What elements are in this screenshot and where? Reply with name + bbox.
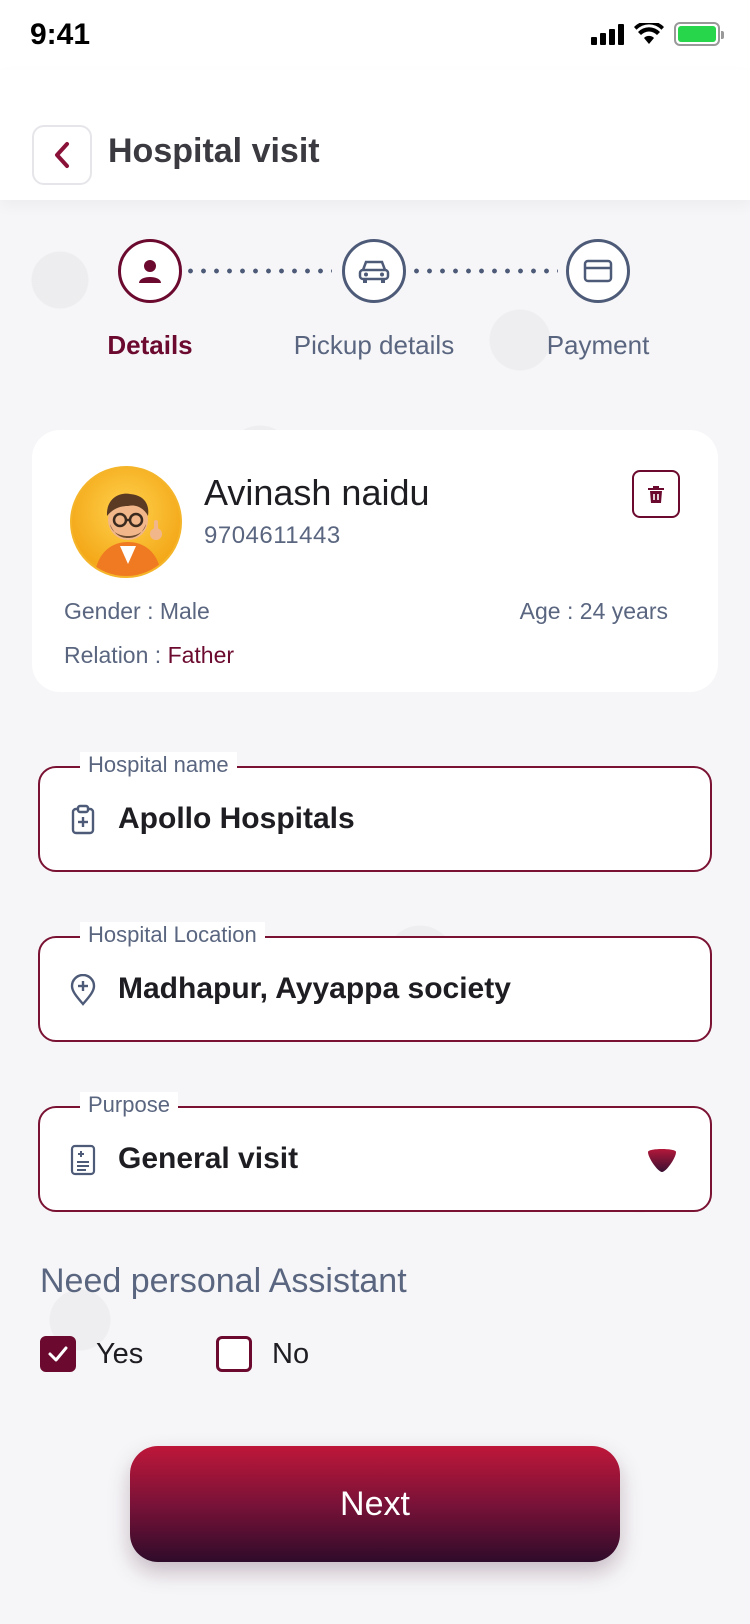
hospital-location-field[interactable]: Hospital Location Madhapur, Ayyappa soci… xyxy=(38,922,712,1042)
step-payment[interactable] xyxy=(566,239,630,303)
wifi-icon xyxy=(634,23,664,44)
step-pickup-details[interactable] xyxy=(342,239,406,303)
step-connector xyxy=(184,268,332,274)
assistant-question: Need personal Assistant xyxy=(40,1262,407,1300)
yes-label: Yes xyxy=(96,1337,144,1370)
step-label-pickup: Pickup details xyxy=(293,330,455,360)
status-bar: 9:41 xyxy=(0,0,750,70)
hospital-location-value: Madhapur, Ayyappa society xyxy=(118,972,511,1005)
patient-card: Avinash naidu 9704611443 Gender : Male A… xyxy=(32,430,718,692)
status-time: 9:41 xyxy=(30,18,91,51)
no-label: No xyxy=(272,1337,310,1370)
trash-icon xyxy=(648,486,664,503)
relation-row: Relation : Father xyxy=(64,642,234,669)
battery-icon xyxy=(674,22,724,46)
gender-label: Gender : xyxy=(64,598,160,624)
page-title: Hospital visit xyxy=(108,132,320,170)
patient-phone: 9704611443 xyxy=(204,522,341,549)
purpose-dropdown[interactable]: Purpose General visit xyxy=(38,1092,712,1212)
next-button[interactable]: Next xyxy=(130,1446,620,1562)
hospital-location-label: Hospital Location xyxy=(80,922,265,948)
chevron-left-icon xyxy=(55,142,69,168)
yes-checkbox[interactable] xyxy=(40,1336,76,1372)
relation-label: Relation : xyxy=(64,642,168,668)
step-details[interactable] xyxy=(118,239,182,303)
hospital-name-field[interactable]: Hospital name Apollo Hospitals xyxy=(38,752,712,872)
age-label: Age : xyxy=(519,598,580,624)
step-label-payment: Payment xyxy=(546,330,650,360)
age-row: Age : 24 years xyxy=(520,598,668,625)
hospital-name-value: Apollo Hospitals xyxy=(118,802,355,835)
relation-value: Father xyxy=(167,642,235,668)
patient-name: Avinash naidu xyxy=(204,472,430,513)
person-icon xyxy=(139,260,161,283)
progress-stepper: Details Pickup details Payment xyxy=(0,230,750,370)
age-value: 24 years xyxy=(579,598,668,624)
assistant-no-option[interactable]: No xyxy=(216,1336,309,1372)
chevron-down-icon xyxy=(648,1149,676,1172)
signal-icon xyxy=(591,23,624,45)
document-icon xyxy=(70,1144,96,1176)
delete-patient-button[interactable] xyxy=(632,470,680,518)
next-button-label: Next xyxy=(340,1484,410,1523)
assistant-yes-option[interactable]: Yes xyxy=(40,1336,143,1372)
purpose-label: Purpose xyxy=(80,1092,178,1118)
app-header: Hospital visit xyxy=(0,70,750,200)
checkmark-icon xyxy=(48,1346,68,1362)
gender-value: Male xyxy=(159,598,210,624)
status-icons xyxy=(591,22,724,46)
clipboard-icon xyxy=(71,804,95,835)
step-connector xyxy=(410,268,558,274)
purpose-value: General visit xyxy=(118,1142,299,1175)
step-label-details: Details xyxy=(107,330,193,360)
location-pin-icon xyxy=(70,974,96,1006)
car-icon xyxy=(358,260,390,283)
hospital-name-label: Hospital name xyxy=(80,752,237,778)
avatar xyxy=(70,466,182,578)
card-icon xyxy=(583,259,613,283)
no-checkbox[interactable] xyxy=(216,1336,252,1372)
gender-row: Gender : Male xyxy=(64,598,210,625)
back-button[interactable] xyxy=(32,125,92,185)
background-pattern xyxy=(0,200,750,1624)
